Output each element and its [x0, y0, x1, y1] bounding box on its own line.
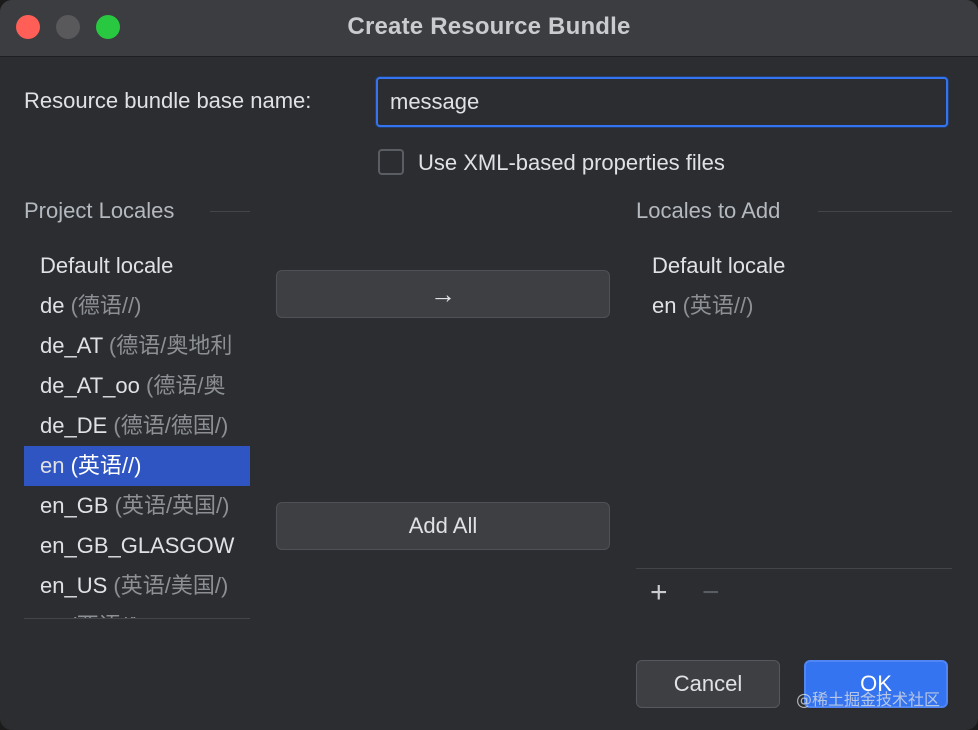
basename-input[interactable] — [376, 77, 948, 127]
list-item[interactable]: de (德语//) — [24, 286, 250, 326]
list-item[interactable]: en (英语//) — [24, 446, 250, 486]
project-locales-title: Project Locales — [24, 198, 175, 223]
list-item[interactable]: de_AT_oo (德语/奥 — [24, 366, 250, 406]
locale-code: en — [652, 293, 677, 318]
locale-code: de_AT — [40, 333, 103, 358]
cancel-button[interactable]: Cancel — [636, 660, 780, 708]
locale-code: de — [40, 293, 65, 318]
locale-code: de_AT_oo — [40, 373, 140, 398]
locale-description: (英语//) — [676, 293, 754, 318]
list-item[interactable]: Default locale — [24, 246, 250, 286]
locale-code: en_GB_GLASGOW — [40, 533, 235, 558]
locale-description: (德语/奥 — [139, 373, 226, 398]
list-item[interactable]: en_US (英语/美国/) — [24, 566, 250, 606]
locale-description: (德语/德国/) — [107, 413, 229, 438]
list-item[interactable]: en_GB_GLASGOW — [24, 526, 250, 566]
list-item[interactable]: en_GB (英语/英国/) — [24, 486, 250, 526]
locale-code: es — [40, 613, 63, 618]
locale-code: en — [40, 453, 65, 478]
locale-description: (英语/英国/) — [108, 493, 230, 518]
locale-code: en_GB — [40, 493, 109, 518]
dialog-title: Create Resource Bundle — [347, 13, 631, 40]
list-item[interactable]: en (英语//) — [636, 286, 952, 326]
locale-description: (德语//) — [64, 293, 142, 318]
list-item[interactable]: Default locale — [636, 246, 952, 286]
list-item[interactable]: de_AT (德语/奥地利 — [24, 326, 250, 366]
locale-code: en_US — [40, 573, 108, 598]
remove-icon[interactable]: − — [702, 576, 720, 610]
locales-to-add-separator — [818, 211, 952, 212]
locales-to-add-list[interactable]: Default locale en (英语//) — [636, 246, 952, 569]
list-item[interactable]: es (西语//) — [24, 606, 250, 618]
locale-code: de_DE — [40, 413, 108, 438]
locale-description: (英语//) — [64, 453, 142, 478]
list-item[interactable]: de_DE (德语/德国/) — [24, 406, 250, 446]
project-locales-separator — [210, 211, 250, 212]
locale-code: Default locale — [652, 253, 786, 278]
add-icon[interactable]: + — [650, 576, 668, 610]
locale-code: Default locale — [40, 253, 174, 278]
locale-description: (英语/美国/) — [107, 573, 229, 598]
watermark-text: @稀土掘金技术社区 — [796, 690, 941, 709]
basename-label: Resource bundle base name: — [24, 88, 312, 113]
xml-properties-checkbox[interactable] — [378, 149, 404, 175]
xml-properties-label[interactable]: Use XML-based properties files — [418, 150, 725, 176]
locale-description: (德语/奥地利 — [102, 333, 233, 358]
add-all-button[interactable]: Add All — [276, 502, 610, 550]
create-resource-bundle-dialog: Create Resource Bundle Resource bundle b… — [0, 0, 978, 730]
locale-description: (西语//) — [63, 613, 140, 618]
move-right-button[interactable]: → — [276, 270, 610, 318]
title-bar: Create Resource Bundle — [0, 0, 978, 57]
project-locales-list[interactable]: Default locale de (德语//) de_AT (德语/奥地利 de_A… — [24, 246, 250, 619]
locales-to-add-title: Locales to Add — [636, 198, 781, 223]
